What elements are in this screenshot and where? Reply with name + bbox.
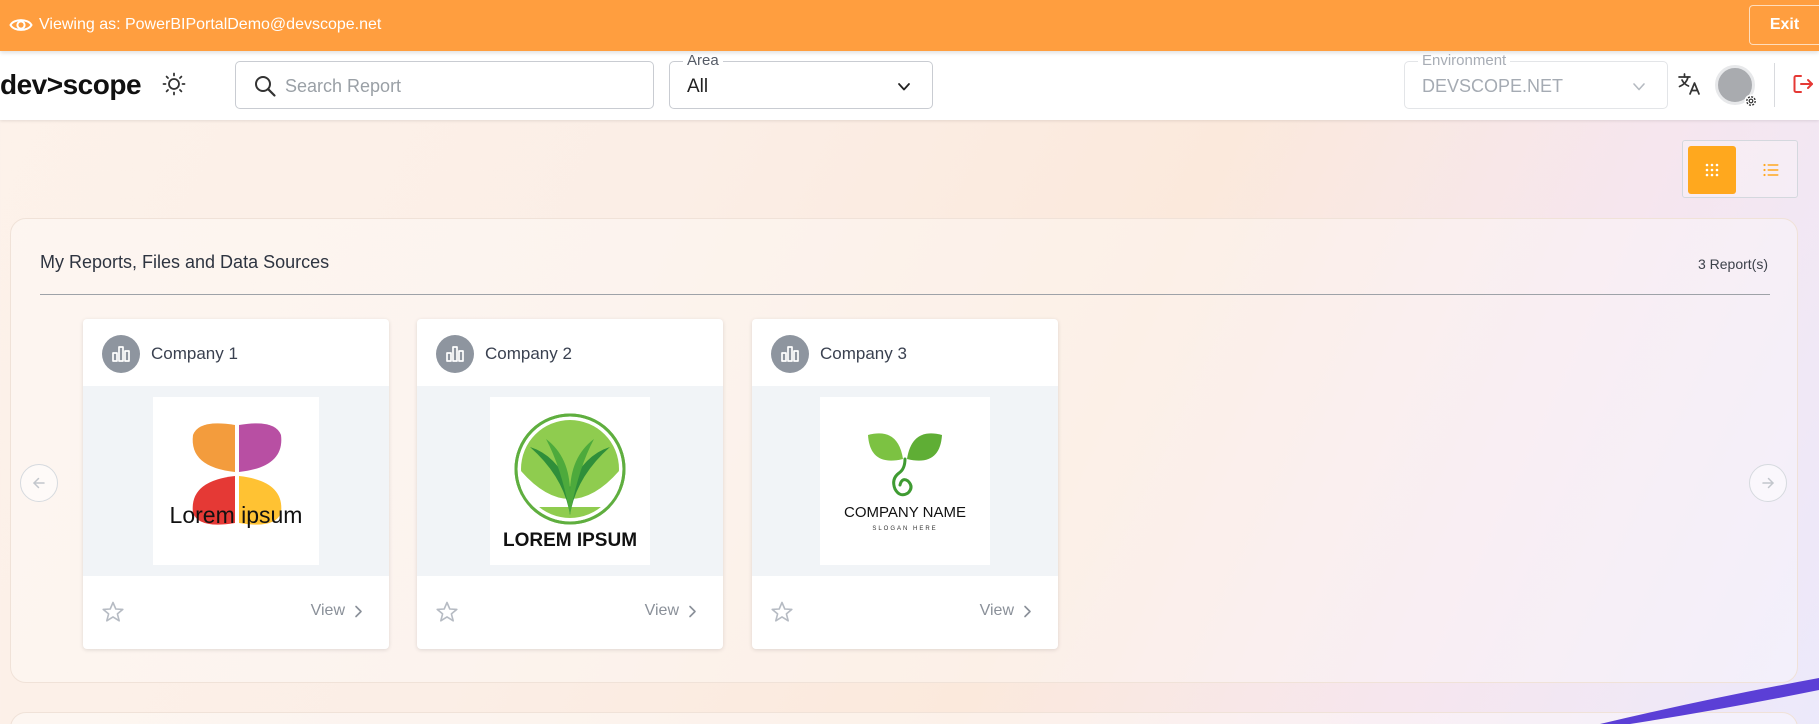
report-thumbnail[interactable]: Lorem ipsum [83,386,389,576]
chevron-right-icon [689,605,696,617]
viewing-as-label: Viewing as: PowerBIPortalDemo@devscope.n… [39,16,382,33]
chevron-right-icon [355,605,362,617]
company-logo-image: COMPANY NAME SLOGAN HERE [820,397,990,565]
report-card: Company 2 LOREM IPSUM View [417,319,723,649]
view-report-link[interactable]: View [645,602,697,620]
view-mode-toggle [1682,140,1798,198]
exit-button[interactable]: Exit [1749,5,1819,45]
bar-chart-icon [112,346,130,362]
bar-chart-icon [781,346,799,362]
arrow-left-icon [33,477,45,489]
search-input[interactable] [285,72,635,100]
company-logo-image: Lorem ipsum [153,397,319,565]
grid-icon [1705,163,1719,177]
report-card-header[interactable]: Company 2 [417,319,723,386]
report-type-badge [436,335,474,373]
report-thumbnail[interactable]: LOREM IPSUM [417,386,723,576]
grid-view-button[interactable] [1688,146,1736,194]
report-card: Company 3 COMPANY NAME SLOGAN HERE View [752,319,1058,649]
report-card-header[interactable]: Company 1 [83,319,389,386]
report-thumbnail[interactable]: COMPANY NAME SLOGAN HERE [752,386,1058,576]
report-type-badge [771,335,809,373]
secondary-section [10,712,1798,724]
impersonation-bar: Viewing as: PowerBIPortalDemo@devscope.n… [0,0,1819,51]
view-report-link[interactable]: View [311,602,363,620]
app-header: dev>scope Area All Environment DEVSCOPE.… [0,51,1819,120]
report-type-badge [102,335,140,373]
section-divider [40,294,1770,295]
search-field [235,61,654,109]
chevron-down-icon [898,83,910,91]
bar-chart-icon [446,346,464,362]
company-logo-image: LOREM IPSUM [490,397,650,565]
favorite-star-icon[interactable] [770,600,794,624]
area-label: Area [683,53,723,69]
section-title: My Reports, Files and Data Sources [40,252,330,272]
list-icon [1763,163,1779,177]
logo-text: LOREM IPSUM [503,530,637,551]
report-card: Company 1 Lorem ipsum View [83,319,389,649]
view-report-link[interactable]: View [980,602,1032,620]
report-count: 3 Report(s) [1697,256,1768,272]
chevron-down-icon [1633,83,1645,91]
report-card-header[interactable]: Company 3 [752,319,1058,386]
environment-value: DEVSCOPE.NET [1422,76,1564,96]
report-name: Company 1 [151,344,238,363]
report-card-footer: View [417,576,723,649]
search-icon [255,76,276,97]
list-view-button[interactable] [1756,155,1786,185]
environment-label: Environment [1418,53,1511,69]
logout-icon[interactable] [1791,72,1815,96]
view-label: View [979,602,1014,619]
header-divider [1774,63,1775,107]
eye-icon [9,19,33,31]
view-label: View [310,602,345,619]
environment-select[interactable]: Environment DEVSCOPE.NET [1404,53,1668,109]
area-value: All [687,76,709,97]
background-decoration [1600,678,1819,724]
brand-logo[interactable]: dev>scope [0,69,142,101]
report-card-footer: View [83,576,389,649]
gear-icon[interactable] [1744,94,1758,108]
favorite-star-icon[interactable] [435,600,459,624]
report-name: Company 3 [820,344,907,363]
favorite-star-icon[interactable] [101,600,125,624]
logo-text: COMPANY NAME [844,504,966,521]
carousel-prev-button[interactable] [20,464,58,502]
area-select[interactable]: Area All [669,53,933,109]
report-name: Company 2 [485,344,572,363]
logo-text: Lorem ipsum [170,502,303,528]
sun-icon[interactable] [161,71,187,97]
carousel-next-button[interactable] [1749,464,1787,502]
translate-icon[interactable] [1677,71,1703,97]
logo-subtext: SLOGAN HERE [872,526,937,532]
view-label: View [644,602,679,619]
chevron-right-icon [1024,605,1031,617]
arrow-right-icon [1762,477,1774,489]
reports-section: My Reports, Files and Data Sources 3 Rep… [10,218,1798,683]
report-card-footer: View [752,576,1058,649]
